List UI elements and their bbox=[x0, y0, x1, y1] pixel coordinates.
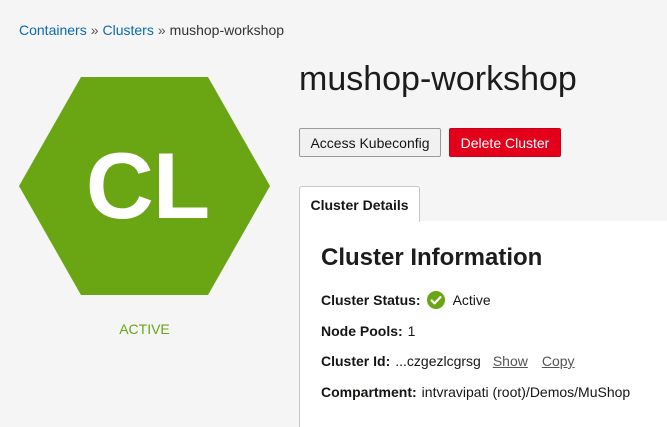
tab-cluster-details[interactable]: Cluster Details bbox=[299, 186, 420, 222]
node-pools-row: Node Pools: 1 bbox=[321, 323, 415, 339]
breadcrumb-current: mushop-workshop bbox=[169, 22, 285, 38]
show-id-link[interactable]: Show bbox=[493, 353, 528, 369]
section-heading: Cluster Information bbox=[321, 244, 543, 271]
delete-cluster-button[interactable]: Delete Cluster bbox=[449, 128, 561, 157]
check-circle-icon bbox=[426, 291, 445, 309]
compartment-label: Compartment: bbox=[321, 384, 417, 400]
cluster-status-value: Active bbox=[452, 292, 491, 308]
cluster-avatar: CL bbox=[19, 77, 270, 295]
cluster-status-label: Cluster Status: bbox=[321, 292, 421, 308]
avatar-initials: CL bbox=[85, 133, 210, 238]
node-pools-label: Node Pools: bbox=[321, 323, 403, 339]
cluster-status-row: Cluster Status: Active bbox=[321, 291, 491, 309]
cluster-detail-page: Containers» Clusters» mushop-workshop CL A… bbox=[0, 0, 667, 427]
lifecycle-status: ACTIVE bbox=[119, 321, 170, 337]
compartment-row: Compartment: intvravipati (root)/Demos/M… bbox=[321, 384, 630, 400]
breadcrumb: Containers» Clusters» mushop-workshop bbox=[19, 22, 284, 38]
cluster-id-row: Cluster Id: ...czgezlcgrsg Show Copy bbox=[321, 353, 575, 369]
access-kubeconfig-button[interactable]: Access Kubeconfig bbox=[299, 128, 441, 157]
copy-id-link[interactable]: Copy bbox=[542, 353, 575, 369]
breadcrumb-separator: » bbox=[90, 22, 99, 38]
cluster-id-value: ...czgezlcgrsg bbox=[395, 353, 481, 369]
breadcrumb-link-clusters[interactable]: Clusters bbox=[103, 22, 154, 38]
cluster-details-panel: Cluster Information Cluster Status: Acti… bbox=[299, 221, 667, 427]
page-title: mushop-workshop bbox=[299, 60, 577, 98]
breadcrumb-link-containers[interactable]: Containers bbox=[19, 22, 87, 38]
breadcrumb-separator: » bbox=[157, 22, 166, 38]
node-pools-value: 1 bbox=[407, 323, 416, 339]
cluster-id-label: Cluster Id: bbox=[321, 353, 391, 369]
compartment-value: intvravipati (root)/Demos/MuShop bbox=[421, 384, 631, 400]
